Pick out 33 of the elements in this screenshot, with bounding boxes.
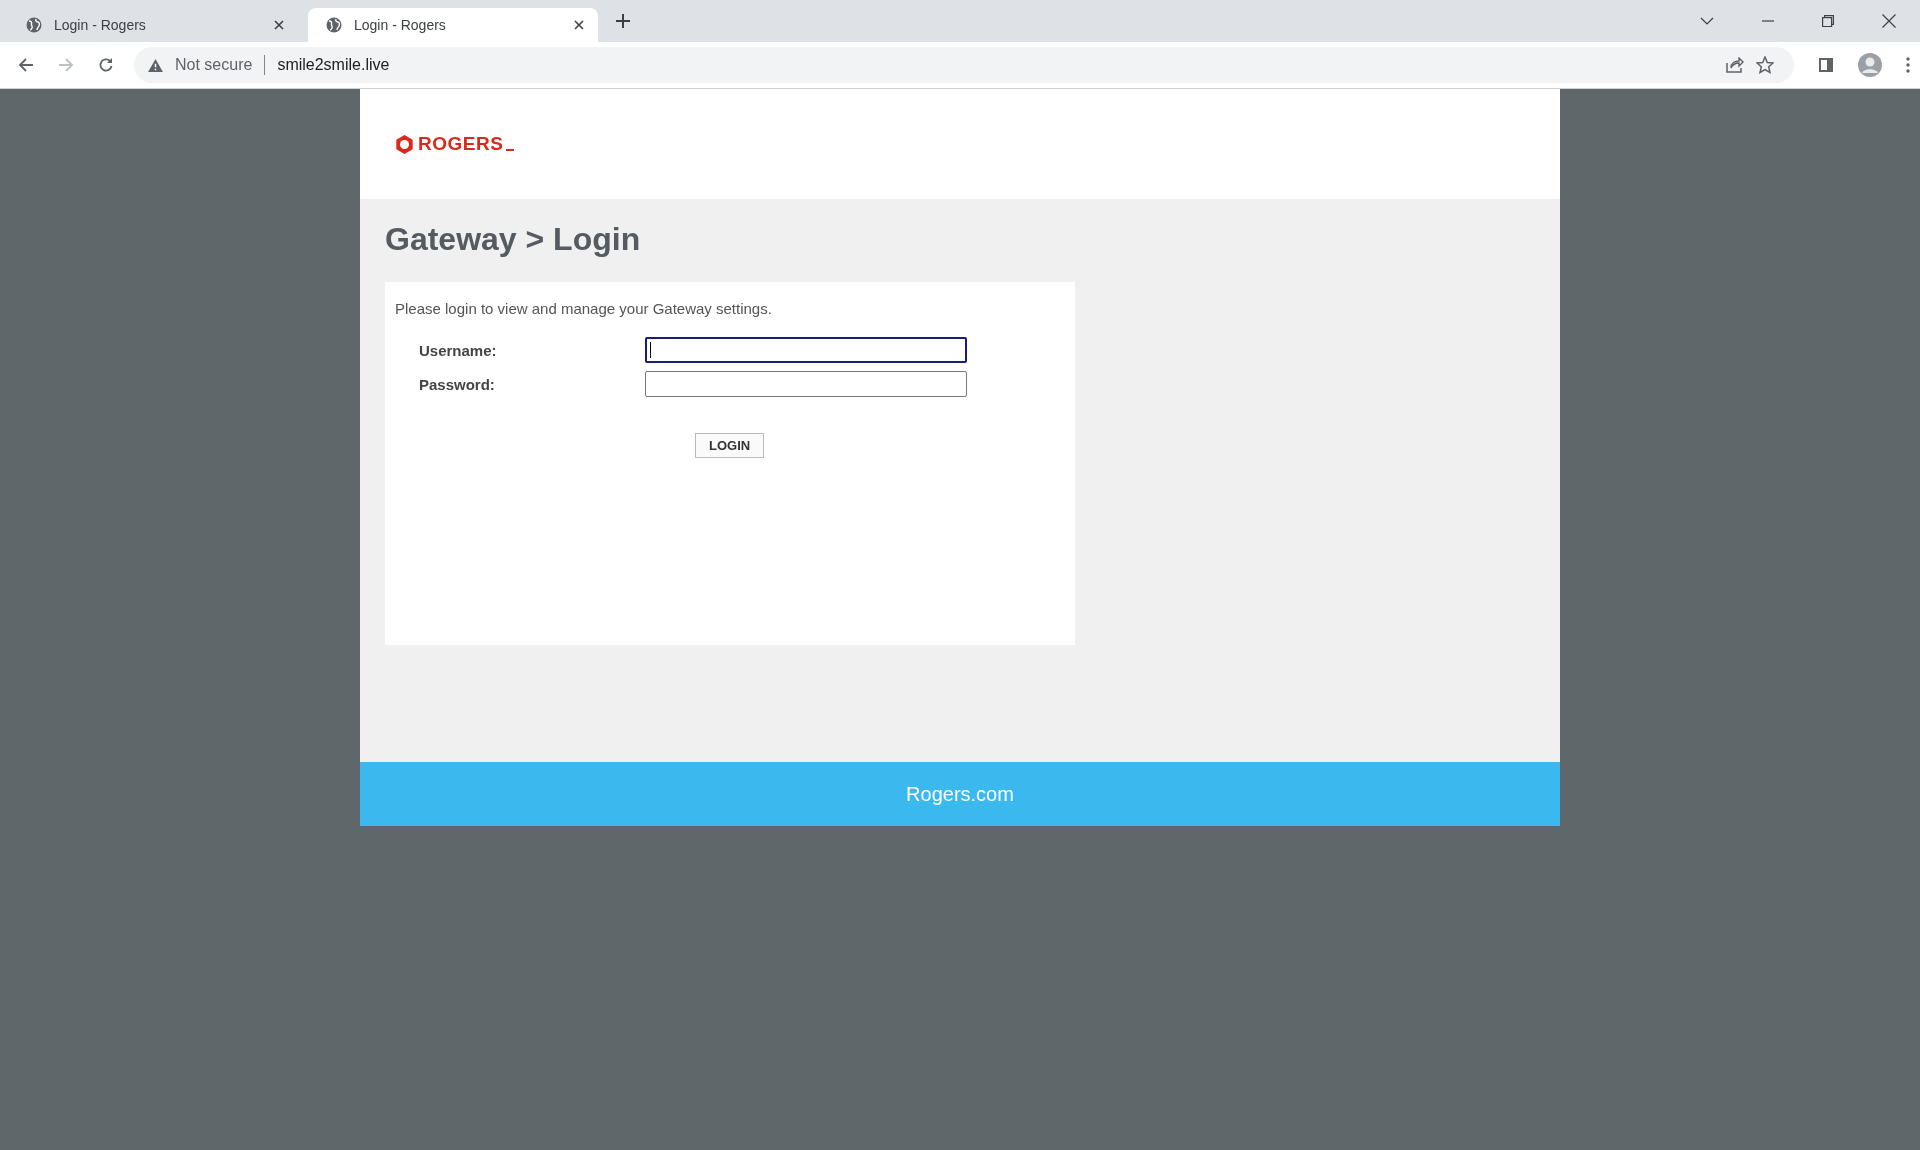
close-icon[interactable]	[574, 20, 584, 30]
intro-text: Please login to view and manage your Gateway settings.	[395, 300, 773, 317]
input-field[interactable]	[645, 371, 967, 397]
menu-icon[interactable]	[1906, 57, 1910, 73]
input-field[interactable]	[645, 337, 967, 363]
chevron-down-icon[interactable]	[1700, 17, 1714, 25]
page-title: Gateway > Login	[385, 221, 642, 258]
new-tab-icon[interactable]	[616, 14, 630, 28]
field-label: Password:	[419, 375, 496, 393]
logo-icon	[394, 133, 415, 155]
restore-icon[interactable]	[1822, 15, 1834, 27]
globe-icon	[26, 17, 42, 33]
url-text: smile2smile.live	[277, 56, 390, 74]
login-button[interactable]: LOGIN	[695, 433, 765, 458]
globe-icon	[326, 17, 342, 33]
close-icon[interactable]	[274, 20, 284, 30]
reload-icon[interactable]	[98, 57, 114, 73]
tab-title: Login - Rogers	[354, 17, 447, 33]
close-icon[interactable]	[1882, 14, 1896, 28]
security-label: Not secure	[175, 56, 253, 74]
tab-title: Login - Rogers	[54, 17, 147, 33]
address-bar[interactable]: Not secure smile2smile.live	[134, 47, 1794, 83]
logo-text: ROGERS	[418, 133, 504, 155]
field-label: Username:	[419, 341, 498, 359]
logo-underscore	[506, 149, 515, 151]
share-icon[interactable]	[1726, 57, 1744, 73]
browser-tab[interactable]: Login - Rogers	[308, 8, 598, 42]
side-panel-icon[interactable]	[1818, 57, 1834, 73]
back-arrow-icon[interactable]	[18, 57, 34, 73]
avatar-icon[interactable]	[1858, 53, 1882, 77]
browser-tab[interactable]: Login - Rogers	[8, 8, 298, 42]
warning-icon	[148, 58, 163, 72]
star-icon[interactable]	[1756, 56, 1774, 74]
